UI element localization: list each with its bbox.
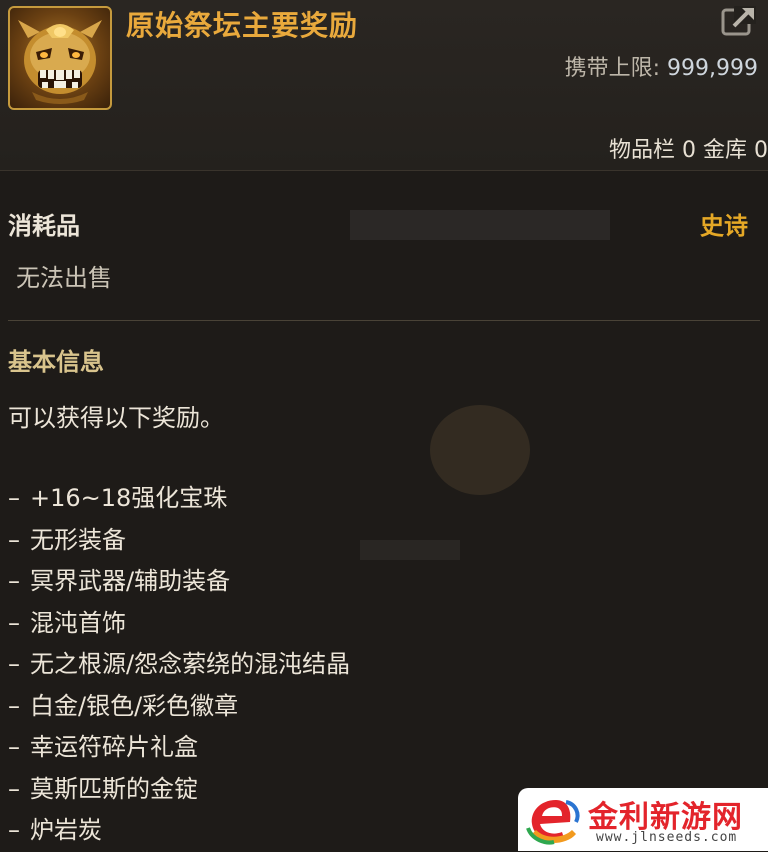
carry-limit: 携带上限: 999,999 [565, 50, 758, 82]
section-description: 可以获得以下奖励。 [8, 404, 224, 432]
carry-limit-label: 携带上限: [564, 56, 661, 81]
golden-demon-mask-icon [8, 6, 112, 110]
item-type: 消耗品 [8, 212, 80, 240]
bullet-dash: – [8, 608, 20, 637]
item-header: 原始祭坛主要奖励 携带上限: 999,999 物品栏 0 金库 0 [0, 0, 768, 171]
reward-item: – 炉岩炭 [8, 810, 350, 852]
sell-status: 无法出售 [16, 264, 112, 292]
reward-item: – 白金/银色/彩色徽章 [8, 686, 350, 728]
reward-label: 幸运符碎片礼盒 [30, 733, 198, 761]
reward-label: 无之根源/怨念萦绕的混沌结晶 [30, 650, 351, 678]
reward-label: 莫斯匹斯的金锭 [30, 774, 198, 803]
reward-item: – 混沌首饰 [8, 603, 350, 645]
site-watermark: 金利新游网 www.jlnseeds.com [518, 788, 768, 851]
background-ghost-image [350, 210, 610, 560]
site-logo-icon [526, 800, 580, 845]
reward-item: – 冥界武器/辅助装备 [8, 561, 350, 603]
bullet-dash: – [8, 650, 20, 678]
reward-item: – 无形装备 [8, 520, 350, 562]
share-icon[interactable] [720, 4, 758, 38]
reward-item: – 无之根源/怨念萦绕的混沌结晶 [8, 644, 350, 686]
reward-item: – 幸运符碎片礼盒 [8, 727, 350, 769]
bullet-dash: – [8, 484, 20, 512]
divider [8, 320, 760, 321]
bullet-dash: – [8, 733, 20, 761]
bullet-dash: – [8, 691, 20, 720]
carry-limit-value: 999,999 [667, 56, 758, 81]
reward-label: 冥界武器/辅助装备 [30, 567, 231, 595]
site-url: www.jlnseeds.com [596, 830, 738, 845]
bullet-dash: – [8, 525, 20, 554]
reward-label: 白金/银色/彩色徽章 [30, 691, 239, 720]
item-rarity: 史诗 [700, 212, 748, 240]
bullet-dash: – [8, 567, 20, 595]
storage-count: 物品栏 0 金库 0 [609, 138, 768, 163]
reward-label: 混沌首饰 [30, 608, 126, 637]
reward-label: 炉岩炭 [30, 816, 102, 844]
reward-item: – 莫斯匹斯的金锭 [8, 769, 350, 811]
item-title: 原始祭坛主要奖励 [126, 9, 359, 42]
reward-label: 无形装备 [30, 525, 126, 554]
reward-label: +16~18强化宝珠 [30, 484, 228, 512]
section-title-basic-info: 基本信息 [8, 348, 104, 376]
reward-item: – +16~18强化宝珠 [8, 478, 350, 520]
reward-list: – +16~18强化宝珠 – 无形装备 – 冥界武器/辅助装备 – 混沌首饰 – 无之根源… [8, 478, 350, 852]
bullet-dash: – [8, 816, 20, 844]
bullet-dash: – [8, 774, 20, 803]
